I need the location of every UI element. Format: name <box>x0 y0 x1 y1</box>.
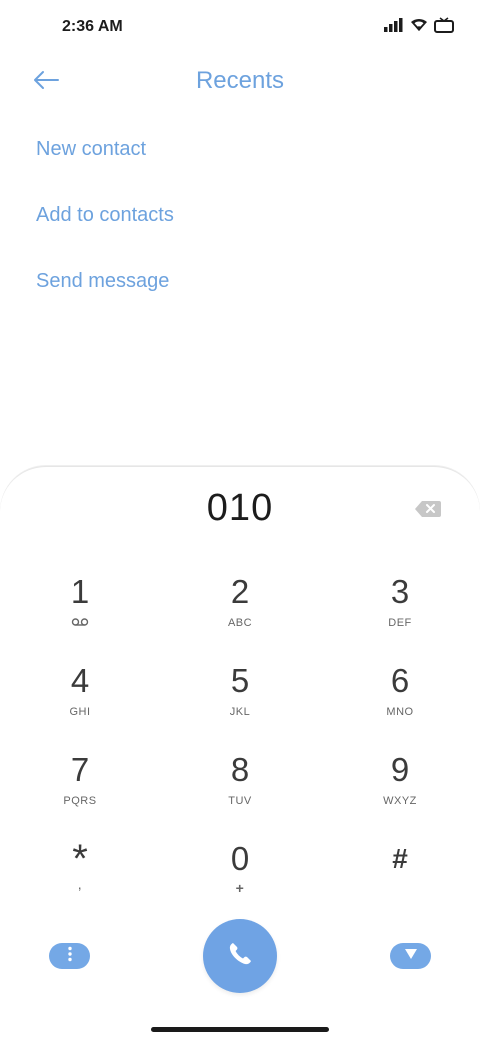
key-digit: # <box>392 843 408 874</box>
key-digit: 5 <box>230 662 250 699</box>
status-icons <box>384 17 454 38</box>
voicemail-icon <box>20 617 140 631</box>
key-letters: + <box>235 880 245 896</box>
home-indicator[interactable] <box>151 1027 329 1032</box>
key-5[interactable]: 5 JKL <box>180 662 300 734</box>
key-letters: GHI <box>69 706 91 718</box>
backspace-icon <box>414 501 442 523</box>
key-digit: * <box>72 837 88 881</box>
key-6[interactable]: 6 MNO <box>340 662 460 734</box>
key-digit: 7 <box>70 751 90 788</box>
key-letters: ABC <box>227 617 253 629</box>
page-title: Recents <box>195 67 285 94</box>
key-8[interactable]: 8 TUV <box>180 751 300 823</box>
tv-icon <box>434 17 454 38</box>
key-4[interactable]: 4 GHI <box>20 662 140 734</box>
key-hash[interactable]: # <box>340 840 460 912</box>
key-letters: , <box>77 876 83 892</box>
header: Recents <box>0 56 480 112</box>
key-letters <box>340 884 460 898</box>
key-letters: WXYZ <box>383 795 417 807</box>
key-digit: 3 <box>390 573 410 610</box>
key-digit: 6 <box>390 662 410 699</box>
call-button[interactable] <box>203 919 277 993</box>
key-7[interactable]: 7 PQRS <box>20 751 140 823</box>
key-digit: 9 <box>390 751 410 788</box>
dialer-panel: 010 1 2 ABC 3 DEF 4 GHI 5 JKL 6 MNO 7 PQ… <box>0 466 480 1041</box>
signal-icon <box>384 18 404 37</box>
status-bar: 2:36 AM <box>0 0 480 56</box>
new-contact-link[interactable]: New contact <box>36 135 174 163</box>
key-digit: 2 <box>230 573 250 610</box>
key-digit: 4 <box>70 662 90 699</box>
key-star[interactable]: * , <box>20 837 140 912</box>
key-digit: 0 <box>230 840 250 877</box>
key-letters: TUV <box>228 795 252 807</box>
key-letters: DEF <box>388 617 412 629</box>
key-9[interactable]: 9 WXYZ <box>340 751 460 823</box>
key-2[interactable]: 2 ABC <box>180 573 300 645</box>
phone-icon <box>226 940 254 973</box>
backspace-button[interactable] <box>414 499 442 519</box>
dialed-number: 010 <box>206 487 274 529</box>
status-time: 2:36 AM <box>62 18 123 35</box>
wifi-icon <box>410 18 428 37</box>
key-letters: PQRS <box>63 795 97 807</box>
key-letters: JKL <box>229 706 251 718</box>
actions-menu: New contact Add to contacts Send message <box>36 135 174 333</box>
key-1[interactable]: 1 <box>20 573 140 645</box>
more-vertical-icon <box>67 946 73 967</box>
key-letters: MNO <box>386 706 414 718</box>
key-0[interactable]: 0 + <box>180 840 300 912</box>
hide-keypad-button[interactable] <box>390 943 431 969</box>
add-to-contacts-link[interactable]: Add to contacts <box>36 201 174 229</box>
send-message-link[interactable]: Send message <box>36 267 174 295</box>
key-3[interactable]: 3 DEF <box>340 573 460 645</box>
triangle-down-icon <box>404 947 418 965</box>
more-options-button[interactable] <box>49 943 90 969</box>
key-digit: 1 <box>70 573 90 610</box>
key-digit: 8 <box>230 751 250 788</box>
